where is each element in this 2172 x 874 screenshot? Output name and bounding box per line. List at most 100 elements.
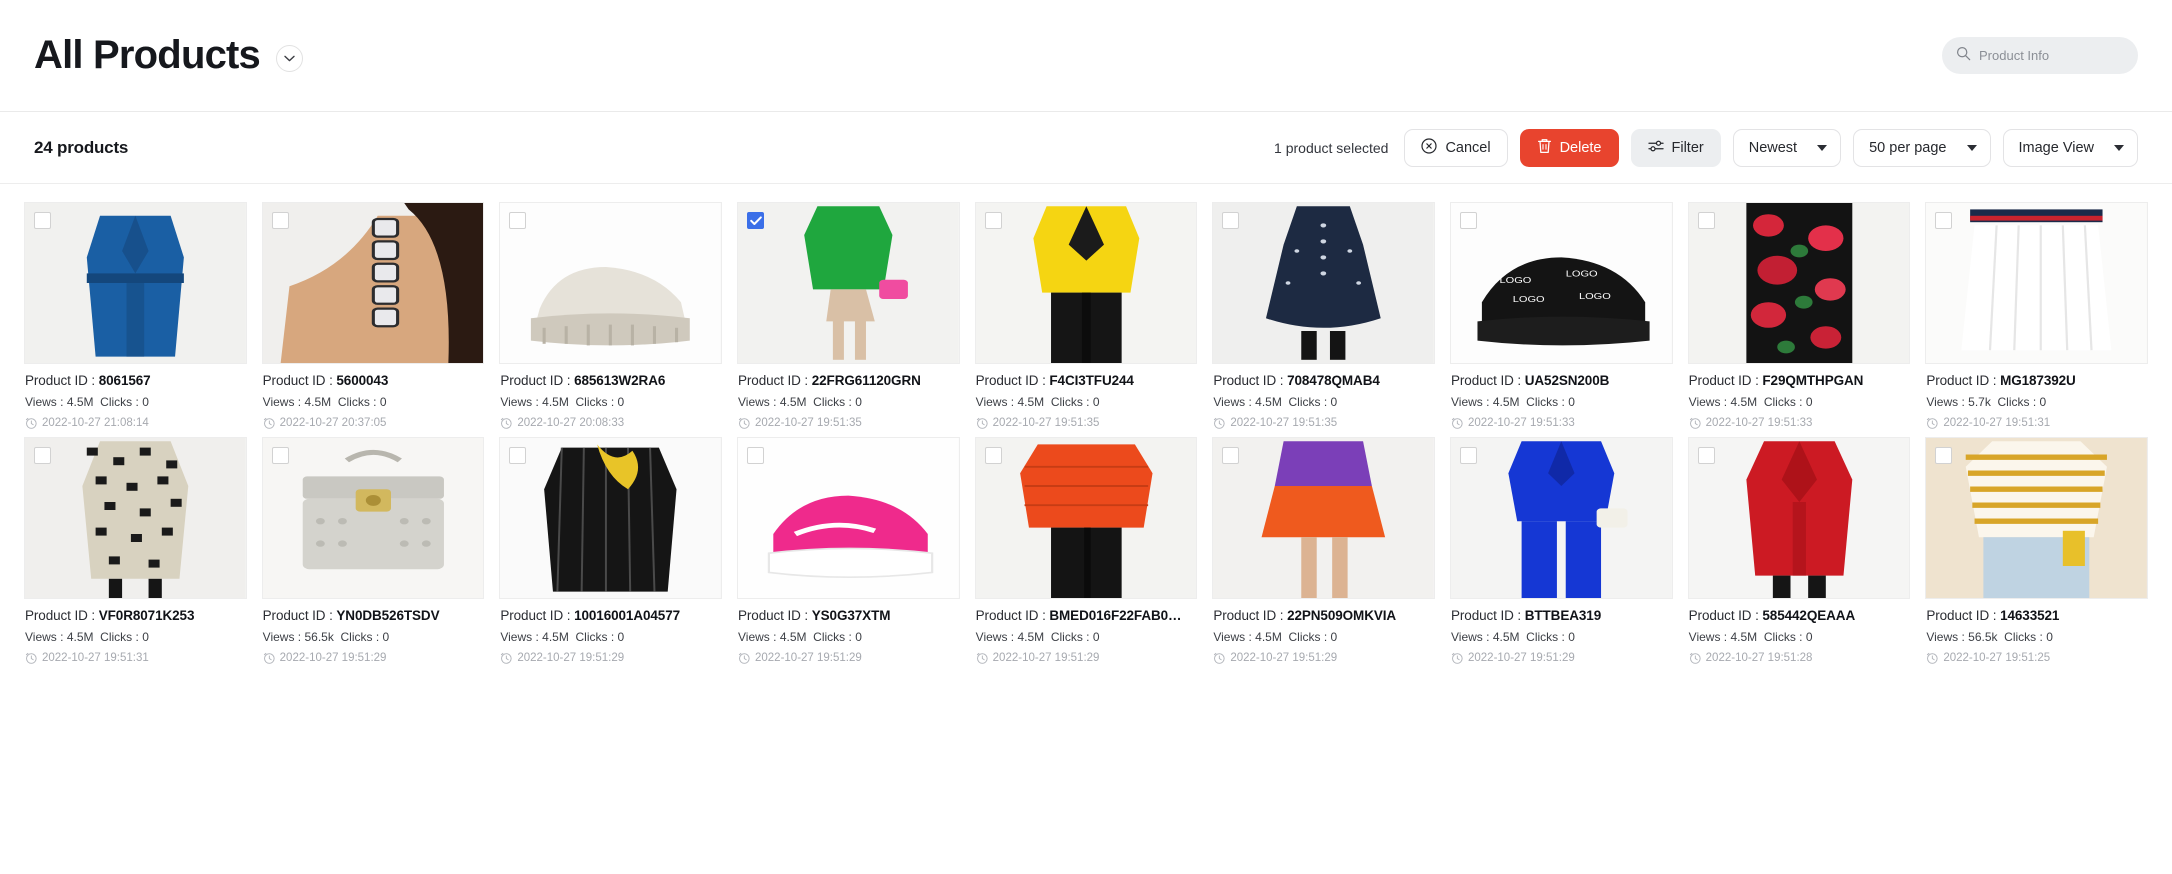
- product-thumbnail[interactable]: LOGO LOGO LOGO LOGO: [1450, 202, 1673, 364]
- product-stats: Views : 4.5M Clicks : 0: [25, 395, 246, 409]
- product-card[interactable]: Product ID : 685613W2RA6 Views : 4.5M Cl…: [499, 202, 722, 429]
- product-select-checkbox[interactable]: [34, 447, 51, 464]
- product-thumbnail[interactable]: [737, 437, 960, 599]
- product-card[interactable]: Product ID : 14633521 Views : 56.5k Clic…: [1925, 437, 2148, 664]
- timestamp-value: 2022-10-27 19:51:29: [992, 652, 1100, 664]
- product-thumbnail[interactable]: [24, 437, 247, 599]
- product-select-checkbox[interactable]: [984, 212, 1002, 229]
- product-thumbnail[interactable]: [1925, 202, 2148, 364]
- clicks-value: 0: [855, 630, 862, 644]
- product-select-checkbox[interactable]: [1697, 447, 1715, 464]
- product-thumbnail[interactable]: [1687, 437, 1911, 599]
- product-thumbnail[interactable]: [1212, 202, 1435, 364]
- product-select-checkbox[interactable]: [1460, 212, 1477, 229]
- product-select-checkbox[interactable]: [271, 447, 289, 464]
- product-select-checkbox[interactable]: [1697, 212, 1715, 229]
- product-card[interactable]: Product ID : 22PN509OMKVIA Views : 4.5M …: [1212, 437, 1435, 664]
- product-thumbnail[interactable]: [974, 437, 1198, 599]
- timestamp-value: 2022-10-27 19:51:35: [755, 417, 862, 429]
- product-card[interactable]: Product ID : YN0DB526TSDV Views : 56.5k …: [261, 437, 485, 664]
- product-select-checkbox[interactable]: [747, 447, 764, 464]
- clicks-label: Clicks :: [100, 630, 139, 644]
- page-title: All Products: [34, 33, 261, 77]
- chevron-down-icon[interactable]: [276, 45, 303, 72]
- view-select[interactable]: Image View: [2002, 128, 2138, 167]
- product-id-value: F4CI3TFU244: [1049, 373, 1134, 388]
- product-id-label: Product ID :: [1213, 373, 1284, 388]
- clicks-value: 0: [379, 395, 387, 409]
- product-thumbnail[interactable]: [24, 202, 247, 364]
- product-id-value: 22FRG61120GRN: [811, 373, 921, 388]
- delete-button[interactable]: Delete: [1519, 128, 1619, 167]
- product-select-checkbox[interactable]: [1222, 447, 1240, 464]
- product-card[interactable]: Product ID : VF0R8071K253 Views : 4.5M C…: [24, 437, 247, 664]
- product-select-checkbox[interactable]: [271, 212, 289, 229]
- product-thumbnail[interactable]: [974, 202, 1198, 364]
- svg-text:LOGO: LOGO: [1566, 270, 1598, 279]
- product-card[interactable]: Product ID : 10016001A04577 Views : 4.5M…: [499, 437, 722, 664]
- product-meta: Product ID : 22PN509OMKVIA Views : 4.5M …: [1212, 599, 1435, 664]
- clicks-value: 0: [617, 395, 625, 409]
- product-id: Product ID : UA52SN200B: [1451, 373, 1672, 388]
- clicks-value: 0: [1568, 395, 1575, 409]
- product-timestamp: 2022-10-27 19:51:35: [976, 417, 1197, 429]
- product-thumbnail[interactable]: [499, 437, 722, 599]
- search-input[interactable]: [1979, 48, 2124, 63]
- product-card[interactable]: Product ID : MG187392U Views : 5.7k Clic…: [1925, 202, 2148, 429]
- product-thumbnail[interactable]: [261, 437, 485, 599]
- product-thumbnail[interactable]: [499, 202, 722, 364]
- product-card[interactable]: LOGO LOGO LOGO LOGO Product ID : UA52SN200B…: [1450, 202, 1673, 429]
- product-select-checkbox[interactable]: [984, 447, 1002, 464]
- product-id-label: Product ID :: [262, 373, 333, 388]
- product-meta: Product ID : YS0G37XTM Views : 4.5M Clic…: [737, 599, 960, 664]
- product-select-checkbox[interactable]: [1222, 212, 1240, 229]
- product-meta: Product ID : F29QMTHPGAN Views : 4.5M Cl…: [1688, 364, 1911, 429]
- product-timestamp: 2022-10-27 19:51:33: [1689, 417, 1910, 429]
- product-select-checkbox[interactable]: [1460, 447, 1477, 464]
- product-select-checkbox[interactable]: [509, 212, 527, 229]
- product-timestamp: 2022-10-27 21:08:14: [25, 417, 246, 429]
- cancel-button[interactable]: Cancel: [1404, 128, 1508, 167]
- filter-button[interactable]: Filter: [1630, 128, 1721, 167]
- product-thumbnail[interactable]: [1450, 437, 1673, 599]
- product-thumbnail[interactable]: [1925, 437, 2148, 599]
- product-card[interactable]: Product ID : F4CI3TFU244 Views : 4.5M Cl…: [974, 202, 1198, 429]
- product-timestamp: 2022-10-27 19:51:29: [1451, 652, 1672, 664]
- search-box[interactable]: [1942, 37, 2138, 74]
- views-label: Views :: [1688, 395, 1728, 409]
- product-card[interactable]: Product ID : F29QMTHPGAN Views : 4.5M Cl…: [1687, 202, 1911, 429]
- product-thumbnail[interactable]: [1212, 437, 1435, 599]
- product-card[interactable]: Product ID : 8061567 Views : 4.5M Clicks…: [24, 202, 247, 429]
- product-select-checkbox[interactable]: [747, 212, 764, 229]
- product-card[interactable]: Product ID : 585442QEAAA Views : 4.5M Cl…: [1687, 437, 1911, 664]
- product-thumbnail[interactable]: [737, 202, 960, 364]
- product-card[interactable]: Product ID : YS0G37XTM Views : 4.5M Clic…: [737, 437, 960, 664]
- clicks-label: Clicks :: [1763, 395, 1803, 409]
- clock-icon: [976, 417, 988, 429]
- product-id-value: 585442QEAAA: [1762, 608, 1856, 623]
- views-value: 4.5M: [542, 630, 569, 644]
- page-size-select[interactable]: 50 per page: [1853, 128, 1991, 167]
- product-card[interactable]: Product ID : 22FRG61120GRN Views : 4.5M …: [737, 202, 960, 429]
- product-card[interactable]: Product ID : 5600043 Views : 4.5M Clicks…: [261, 202, 485, 429]
- product-card[interactable]: Product ID : BMED016F22FAB0… Views : 4.5…: [974, 437, 1198, 664]
- product-select-checkbox[interactable]: [34, 212, 51, 229]
- clicks-label: Clicks :: [1526, 630, 1565, 644]
- product-id-label: Product ID :: [738, 373, 809, 388]
- sliders-icon: [1647, 139, 1664, 157]
- product-select-checkbox[interactable]: [1935, 212, 1953, 229]
- product-select-checkbox[interactable]: [1935, 447, 1953, 464]
- product-id-value: F29QMTHPGAN: [1762, 373, 1864, 388]
- product-select-checkbox[interactable]: [509, 447, 527, 464]
- product-thumbnail[interactable]: [1687, 202, 1911, 364]
- sort-select[interactable]: Newest: [1732, 128, 1842, 167]
- product-timestamp: 2022-10-27 20:08:33: [500, 417, 721, 429]
- product-thumbnail[interactable]: [261, 202, 485, 364]
- views-value: 4.5M: [1492, 630, 1520, 644]
- clicks-value: 0: [382, 630, 390, 644]
- product-id: Product ID : MG187392U: [1926, 373, 2147, 388]
- product-id-value: BTTBEA319: [1524, 608, 1602, 623]
- product-card[interactable]: Product ID : BTTBEA319 Views : 4.5M Clic…: [1450, 437, 1673, 664]
- filter-label: Filter: [1671, 139, 1704, 156]
- product-card[interactable]: Product ID : 708478QMAB4 Views : 4.5M Cl…: [1212, 202, 1435, 429]
